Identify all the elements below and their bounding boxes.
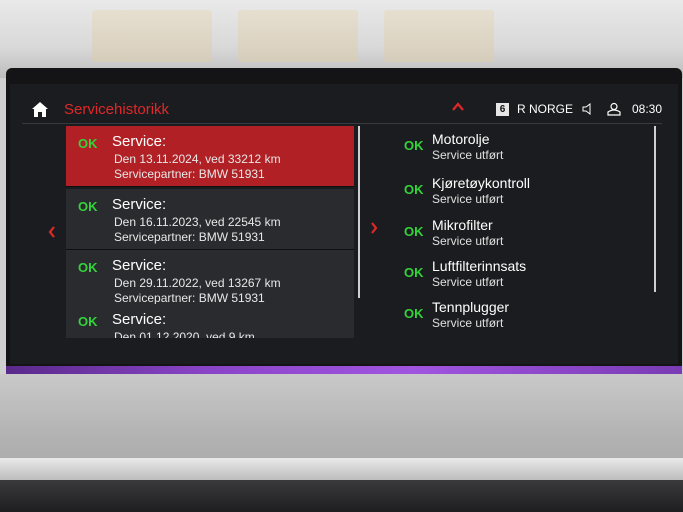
radio-station: R NORGE (517, 102, 574, 116)
service-title: Service: (112, 311, 167, 328)
page-title: Servicehistorikk (64, 101, 170, 118)
service-title: Service: (112, 196, 167, 213)
service-partner: Servicepartner: BMW 51931 (114, 167, 265, 181)
ok-status: OK (78, 199, 98, 214)
ok-status: OK (404, 265, 424, 280)
service-list-item[interactable]: OK Service: Den 16.11.2023, ved 22545 km… (66, 189, 354, 250)
ok-status: OK (78, 136, 98, 151)
user-profile-icon (607, 102, 621, 116)
detail-name: Mikrofilter (432, 217, 493, 233)
ok-status: OK (404, 182, 424, 197)
detail-item: OK Motorolje Service utført (398, 128, 648, 168)
service-partner: Servicepartner: BMW 51931 (114, 291, 265, 305)
ok-status: OK (78, 260, 98, 275)
service-list-item-selected[interactable]: OK Service: Den 13.11.2024, ved 33212 km… (66, 126, 354, 187)
home-icon[interactable] (32, 102, 48, 117)
service-partner: Servicepartner: BMW 51931 (114, 230, 265, 244)
service-list-item[interactable]: OK Service: Den 01.12.2020, ved 9 km (66, 304, 354, 338)
preset-badge: 6 (496, 103, 509, 116)
detail-name: Tennplugger (432, 299, 510, 315)
list-scrollbar[interactable] (358, 126, 360, 298)
detail-name: Motorolje (432, 131, 490, 147)
detail-status: Service utført (432, 148, 504, 162)
header-divider (22, 123, 662, 124)
detail-item: OK Mikrofilter Service utført (398, 214, 648, 254)
chevron-up-icon[interactable] (452, 102, 464, 112)
service-date: Den 01.12.2020, ved 9 km (114, 330, 255, 338)
ok-status: OK (78, 314, 98, 329)
ok-status: OK (404, 224, 424, 239)
details-scrollbar[interactable] (654, 126, 656, 292)
service-title: Service: (112, 257, 167, 274)
service-title: Service: (112, 133, 167, 150)
dashboard-chrome-strip (0, 458, 683, 480)
detail-item: OK Tennplugger Service utført (398, 296, 648, 330)
chevron-right-icon[interactable] (370, 222, 378, 234)
speaker-icon (582, 103, 591, 115)
chevron-left-icon[interactable] (48, 226, 56, 238)
service-date: Den 13.11.2024, ved 33212 km (114, 152, 281, 166)
clock: 08:30 (632, 102, 663, 116)
ok-status: OK (404, 138, 424, 153)
detail-status: Service utført (432, 316, 504, 330)
service-history-list: OK Service: Den 13.11.2024, ved 33212 km… (66, 126, 362, 338)
detail-status: Service utført (432, 275, 504, 289)
detail-item: OK Kjøretøykontroll Service utført (398, 172, 648, 212)
ambient-light-strip (6, 366, 682, 374)
detail-name: Kjøretøykontroll (432, 175, 531, 191)
service-date: Den 16.11.2023, ved 22545 km (114, 215, 281, 229)
service-list-item[interactable]: OK Service: Den 29.11.2022, ved 13267 km… (66, 250, 354, 311)
detail-name: Luftfilterinnsats (432, 258, 527, 274)
detail-item: OK Luftfilterinnsats Service utført (398, 255, 648, 295)
detail-status: Service utført (432, 234, 504, 248)
status-bar: Servicehistorikk 6 R NORGE 08:30 (20, 100, 670, 120)
dashboard-vent-area (0, 480, 683, 512)
ok-status: OK (404, 306, 424, 321)
detail-status: Service utført (432, 192, 504, 206)
service-date: Den 29.11.2022, ved 13267 km (114, 276, 281, 290)
service-details-list: OK Motorolje Service utført OK Kjøretøyk… (398, 128, 660, 330)
